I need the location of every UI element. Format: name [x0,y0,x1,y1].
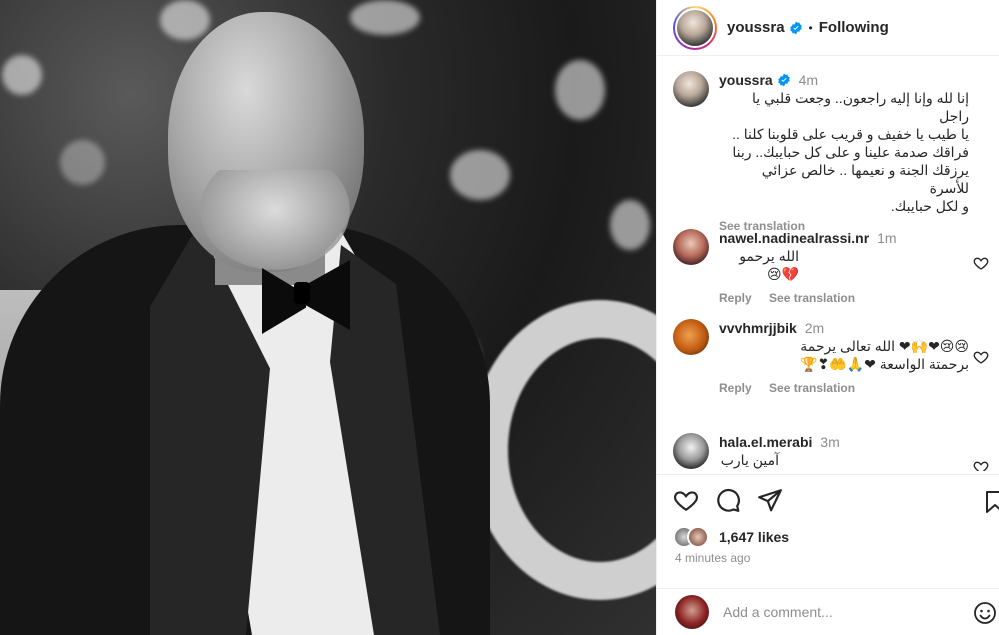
save-bookmark-icon[interactable] [983,489,999,515]
comment-time[interactable]: 3m [820,434,839,450]
comment-line: برحمتة الواسعة ❤🙏🤲❣🏆 [800,356,969,372]
caption-time[interactable]: 4m [799,72,818,88]
comment-bubble-icon[interactable] [715,487,741,513]
caption-line: فراقك صدمة علينا و على كل حبايبك.. ربنا [732,144,969,160]
author-avatar-story-ring[interactable] [673,5,717,50]
caption-text: إنا لله وإنا إليه راجعون.. وجعت قلبي يا … [719,89,969,215]
see-translation-link[interactable]: See translation [769,291,855,305]
reply-button[interactable]: Reply [719,291,752,305]
post-timestamp[interactable]: 4 minutes ago [675,551,750,565]
post-header: youssra • Following [657,0,999,56]
background-bokeh [160,0,210,40]
bow-tie-knot [294,282,310,304]
caption-line: يا طيب يا خفيف و قريب على قلوبنا كلنا .. [732,126,969,142]
comment-item: vvvhmrjjbik 2m 😢😢❤🙌❤ الله تعالى يرحمة بر… [673,319,993,409]
caption-line: إنا لله وإنا إليه راجعون.. وجعت قلبي يا … [751,90,969,124]
comment-username[interactable]: hala.el.merabi [719,434,812,450]
background-bokeh [2,55,42,95]
commenter-avatar[interactable] [673,229,709,265]
comment-text: الله يرحمو 💔😢 [739,248,799,282]
comment-item: hala.el.merabi 3m آمين يارب 🙏 [673,433,993,471]
verified-badge-icon [789,21,803,35]
current-user-avatar [675,595,709,629]
comment-item: nawel.nadinealrassi.nr 1m الله يرحمو 💔😢 … [673,229,993,305]
comment-text: آمين يارب 🙏 [720,452,779,471]
verified-badge-icon [777,73,791,87]
like-comment-heart-icon[interactable] [973,459,989,471]
likes-summary[interactable]: 1,647 likes [673,525,789,549]
separator-dot: • [808,20,813,35]
like-comment-heart-icon[interactable] [973,255,989,271]
comment-time[interactable]: 2m [805,320,824,336]
comments-list[interactable]: youssra 4m إنا لله وإنا إليه راجعون.. وج… [657,57,999,471]
author-username[interactable]: youssra [727,19,785,36]
emoji-icon[interactable] [973,601,997,625]
share-paper-plane-icon[interactable] [757,487,783,513]
add-comment-input[interactable] [723,604,953,620]
comment-line: 😢😢❤🙌❤ الله تعالى يرحمة [800,338,969,354]
comment-username[interactable]: nawel.nadinealrassi.nr [719,230,869,246]
post-image[interactable] [0,0,656,635]
background-ring [470,300,656,600]
background-bokeh [450,150,510,200]
see-translation-link[interactable]: See translation [769,381,855,395]
background-bokeh [60,140,105,185]
following-button[interactable]: Following [819,19,889,36]
caption-username[interactable]: youssra [719,72,773,88]
post-side-panel: youssra • Following youssra 4m إنا لله و… [656,0,999,635]
like-comment-heart-icon[interactable] [973,349,989,365]
commenter-avatar[interactable] [673,319,709,355]
comment-text: 😢😢❤🙌❤ الله تعالى يرحمة برحمتة الواسعة ❤🙏… [719,337,969,373]
author-avatar [675,7,715,48]
background-bokeh [610,200,650,250]
like-heart-icon[interactable] [673,487,699,513]
add-comment-bar [657,588,999,635]
likes-count[interactable]: 1,647 likes [719,529,789,545]
comment-time[interactable]: 1m [877,230,896,246]
background-bokeh [350,0,420,35]
liker-avatar [687,526,709,548]
liker-avatars [673,526,713,548]
person-beard [200,170,350,270]
commenter-avatar[interactable] [673,433,709,469]
caption-line: يرزقك الجنة و نعيمها .. خالص عزائي للأسر… [761,162,969,196]
reply-button[interactable]: Reply [719,381,752,395]
author-avatar[interactable] [673,71,709,107]
comment-username[interactable]: vvvhmrjjbik [719,320,797,336]
caption-line: و لكل حبايبك. [890,198,969,214]
background-bokeh [555,60,605,120]
